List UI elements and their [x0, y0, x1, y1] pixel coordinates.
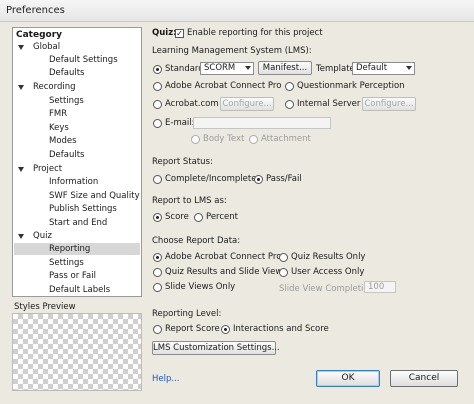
- lms-standard-radio[interactable]: [153, 65, 162, 74]
- tree-group-recording[interactable]: Recording: [33, 81, 76, 93]
- tree-item-information[interactable]: Information: [49, 176, 98, 188]
- user-access-only-radio[interactable]: [279, 268, 288, 277]
- expand-triangle-icon[interactable]: [18, 167, 24, 172]
- score-label: Score: [165, 212, 189, 222]
- lms-customization-button[interactable]: LMS Customization Settings...: [152, 341, 280, 355]
- manifest-button[interactable]: Manifest...: [258, 61, 312, 75]
- score-radio[interactable]: [153, 213, 162, 222]
- lms-acrobat-label: Acrobat.com: [165, 99, 219, 109]
- slide-view-completion-label: Slide View Completion: [279, 284, 375, 294]
- lms-internal-server-label: Internal Server: [297, 99, 361, 109]
- lms-adobe-connect-label: Adobe Acrobat Connect Pro: [165, 81, 282, 91]
- interactions-score-label: Interactions and Score: [233, 324, 329, 334]
- tree-group-quiz[interactable]: Quiz: [33, 230, 52, 242]
- quiz-results-slide-views-label: Quiz Results and Slide Views: [165, 267, 287, 277]
- window-title: Preferences: [6, 5, 65, 16]
- template-select[interactable]: Default: [352, 62, 415, 75]
- report-data-adobe-connect-label: Adobe Acrobat Connect Pro: [165, 252, 282, 262]
- pass-fail-label: Pass/Fail: [266, 174, 302, 184]
- quiz-results-only-radio[interactable]: [279, 253, 288, 262]
- pass-fail-radio[interactable]: [254, 175, 263, 184]
- attachment-radio[interactable]: [249, 135, 258, 144]
- tree-group-project[interactable]: Project: [33, 163, 62, 175]
- lms-questionmark-label: Questionmark Perception: [297, 81, 405, 91]
- tree-item-publish-settings[interactable]: Publish Settings: [49, 203, 117, 215]
- category-title: Category: [16, 30, 63, 40]
- lms-questionmark-radio[interactable]: [285, 82, 294, 91]
- lms-email-label: E-mail:: [165, 118, 195, 128]
- email-field[interactable]: [193, 117, 331, 129]
- enable-reporting-label: Enable reporting for this project: [187, 28, 323, 38]
- tree-item-quiz-settings[interactable]: Settings: [49, 257, 84, 269]
- standard-select-value: SCORM: [204, 63, 236, 73]
- percent-label: Percent: [206, 212, 238, 222]
- enable-reporting-checkbox[interactable]: ✓: [175, 29, 184, 38]
- tree-item-keys[interactable]: Keys: [49, 122, 69, 134]
- report-data-heading: Choose Report Data:: [152, 236, 241, 246]
- report-score-label: Report Score: [165, 324, 220, 334]
- tree-item-reporting[interactable]: Reporting: [14, 243, 140, 255]
- tree-item-default-settings[interactable]: Default Settings: [49, 54, 118, 66]
- tree-item-start-end[interactable]: Start and End: [49, 217, 107, 229]
- report-to-lms-heading: Report to LMS as:: [152, 196, 227, 206]
- slide-view-completion-field[interactable]: 100: [364, 281, 396, 293]
- tree-item-global-defaults[interactable]: Defaults: [49, 67, 85, 79]
- ok-button[interactable]: OK: [316, 370, 380, 387]
- attachment-label: Attachment: [261, 134, 311, 144]
- cancel-button[interactable]: Cancel: [390, 370, 458, 387]
- lms-email-radio[interactable]: [153, 119, 162, 128]
- lms-adobe-connect-radio[interactable]: [153, 82, 162, 91]
- slide-views-only-radio[interactable]: [153, 283, 162, 292]
- configure-acrobat-button[interactable]: Configure...: [220, 97, 274, 111]
- lms-internal-server-radio[interactable]: [285, 100, 294, 109]
- chevron-down-icon: [406, 66, 412, 70]
- configure-internal-server-button[interactable]: Configure...: [362, 97, 416, 111]
- lms-heading: Learning Management System (LMS):: [152, 46, 312, 56]
- standard-select[interactable]: SCORM: [200, 62, 254, 75]
- lms-acrobat-radio[interactable]: [153, 100, 162, 109]
- expand-triangle-icon[interactable]: [18, 45, 24, 50]
- styles-preview-label: Styles Preview: [14, 302, 76, 312]
- tree-item-modes[interactable]: Modes: [49, 135, 77, 147]
- template-select-value: Default: [356, 63, 388, 73]
- complete-incomplete-label: Complete/Incomplete: [165, 174, 257, 184]
- tree-item-default-labels[interactable]: Default Labels: [49, 284, 110, 296]
- tree-item-pass-or-fail[interactable]: Pass or Fail: [49, 270, 96, 282]
- user-access-only-label: User Access Only: [291, 267, 365, 277]
- percent-radio[interactable]: [194, 213, 203, 222]
- report-score-radio[interactable]: [153, 325, 162, 334]
- help-link[interactable]: Help...: [152, 374, 179, 385]
- quiz-results-slide-views-radio[interactable]: [153, 268, 162, 277]
- expand-triangle-icon[interactable]: [18, 234, 24, 239]
- body-text-radio[interactable]: [191, 135, 200, 144]
- quiz-results-only-label: Quiz Results Only: [291, 252, 366, 262]
- category-panel: Category Global Default Settings Default…: [12, 27, 142, 297]
- expand-triangle-icon[interactable]: [18, 85, 24, 90]
- body-text-label: Body Text: [203, 134, 245, 144]
- tree-item-recording-settings[interactable]: Settings: [49, 95, 84, 107]
- tree-group-global[interactable]: Global: [33, 41, 60, 53]
- tree-item-fmr[interactable]: FMR: [49, 108, 67, 120]
- window-titlebar: Preferences: [0, 0, 474, 22]
- report-data-adobe-connect-radio[interactable]: [153, 253, 162, 262]
- tree-item-swf-size-quality[interactable]: SWF Size and Quality: [49, 190, 140, 202]
- quiz-label: Quiz:: [152, 28, 177, 38]
- report-status-heading: Report Status:: [152, 157, 213, 167]
- reporting-level-heading: Reporting Level:: [152, 309, 222, 319]
- tree-item-recording-defaults[interactable]: Defaults: [49, 149, 85, 161]
- styles-preview-area: [12, 313, 142, 391]
- chevron-down-icon: [245, 66, 251, 70]
- interactions-score-radio[interactable]: [221, 325, 230, 334]
- slide-views-only-label: Slide Views Only: [165, 282, 236, 292]
- complete-incomplete-radio[interactable]: [153, 175, 162, 184]
